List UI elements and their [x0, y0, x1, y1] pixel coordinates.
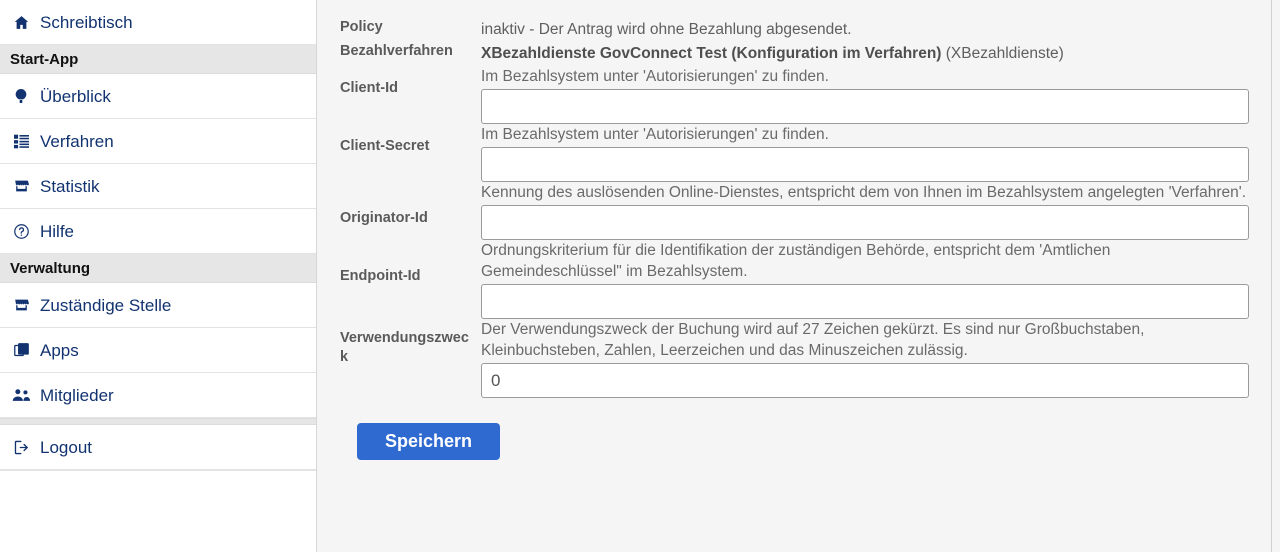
- originator-id-label: Originator-Id: [340, 210, 428, 226]
- verwendungszweck-label: Verwendungszweck: [340, 330, 469, 365]
- layers-icon: [10, 342, 32, 359]
- sidebar-bottom-border: [0, 470, 316, 471]
- balloon-icon: [10, 87, 32, 105]
- sidebar-item-verfahren[interactable]: Verfahren: [0, 119, 316, 164]
- originator-id-input[interactable]: [481, 205, 1249, 240]
- bezahlverfahren-form: Policy inaktiv - Der Antrag wird ohne Be…: [317, 0, 1271, 460]
- bezahlverfahren-value-suffix: (XBezahldienste): [941, 45, 1064, 62]
- sidebar-item-schreibtisch[interactable]: Schreibtisch: [0, 0, 316, 45]
- form-row-originator-id: Originator-Id Kennung des auslösenden On…: [340, 182, 1249, 240]
- home-icon: [10, 14, 32, 31]
- sidebar-item-label: Verfahren: [40, 131, 114, 151]
- logout-icon: [10, 439, 32, 456]
- client-secret-input[interactable]: [481, 147, 1249, 182]
- sidebar: Schreibtisch Start-App Überblick Verfahr…: [0, 0, 317, 552]
- form-actions: Speichern: [340, 398, 1249, 460]
- client-id-label: Client-Id: [340, 80, 398, 96]
- sidebar-item-zustaendige-stelle[interactable]: Zuständige Stelle: [0, 283, 316, 328]
- form-row-policy: Policy inaktiv - Der Antrag wird ohne Be…: [340, 18, 1249, 42]
- client-id-input[interactable]: [481, 89, 1249, 124]
- content-panel: Policy inaktiv - Der Antrag wird ohne Be…: [317, 0, 1272, 552]
- right-rail: [1272, 0, 1280, 552]
- sidebar-item-label: Überblick: [40, 86, 111, 106]
- form-row-endpoint-id: Endpoint-Id Ordnungskriterium für die Id…: [340, 240, 1249, 319]
- sidebar-item-apps[interactable]: Apps: [0, 328, 316, 373]
- form-row-client-secret: Client-Secret Im Bezahlsystem unter 'Aut…: [340, 124, 1249, 182]
- endpoint-id-input[interactable]: [481, 284, 1249, 319]
- sidebar-item-label: Mitglieder: [40, 385, 114, 405]
- bezahlverfahren-label: Bezahlverfahren: [340, 43, 453, 59]
- sidebar-section-title: Verwaltung: [10, 259, 91, 277]
- sidebar-item-logout[interactable]: Logout: [0, 425, 316, 470]
- sidebar-item-label: Logout: [40, 437, 92, 457]
- help-circle-icon: [10, 223, 32, 240]
- originator-id-help: Kennung des auslösenden Online-Dienstes,…: [481, 184, 1247, 201]
- sidebar-item-label: Statistik: [40, 176, 100, 196]
- verwendungszweck-input[interactable]: [481, 363, 1249, 398]
- form-row-bezahlverfahren: Bezahlverfahren XBezahldienste GovConnec…: [340, 42, 1249, 66]
- client-id-help: Im Bezahlsystem unter 'Autorisierungen' …: [481, 68, 829, 85]
- sidebar-item-label: Schreibtisch: [40, 12, 133, 32]
- form-row-verwendungszweck: Verwendungszweck Der Verwendungszweck de…: [340, 319, 1249, 398]
- verwendungszweck-help: Der Verwendungszweck der Buchung wird au…: [481, 321, 1145, 359]
- client-secret-label: Client-Secret: [340, 138, 430, 154]
- endpoint-id-label: Endpoint-Id: [340, 268, 421, 284]
- app-root: Schreibtisch Start-App Überblick Verfahr…: [0, 0, 1280, 552]
- sidebar-item-ueberblick[interactable]: Überblick: [0, 74, 316, 119]
- sidebar-item-label: Hilfe: [40, 221, 75, 241]
- sidebar-section-title: Start-App: [10, 50, 79, 68]
- people-icon: [10, 388, 32, 402]
- list-icon: [10, 134, 32, 149]
- sidebar-section-verwaltung: Verwaltung: [0, 254, 316, 283]
- bezahlverfahren-value: XBezahldienste GovConnect Test (Konfigur…: [481, 42, 1249, 66]
- policy-label: Policy: [340, 19, 383, 35]
- sidebar-item-label: Apps: [40, 340, 79, 360]
- form-row-client-id: Client-Id Im Bezahlsystem unter 'Autoris…: [340, 66, 1249, 124]
- storefront-icon: [10, 297, 32, 313]
- sidebar-item-mitglieder[interactable]: Mitglieder: [0, 373, 316, 418]
- sidebar-item-label: Zuständige Stelle: [40, 295, 172, 315]
- save-button[interactable]: Speichern: [357, 423, 501, 460]
- storefront-icon: [10, 178, 32, 194]
- policy-value: inaktiv - Der Antrag wird ohne Bezahlung…: [481, 21, 852, 38]
- endpoint-id-help: Ordnungskriterium für die Identifikation…: [481, 242, 1111, 280]
- bezahlverfahren-value-bold: XBezahldienste GovConnect Test (Konfigur…: [481, 45, 942, 62]
- sidebar-divider: [0, 418, 316, 425]
- sidebar-section-start-app: Start-App: [0, 45, 316, 74]
- client-secret-help: Im Bezahlsystem unter 'Autorisierungen' …: [481, 126, 829, 143]
- sidebar-item-hilfe[interactable]: Hilfe: [0, 209, 316, 254]
- sidebar-item-statistik[interactable]: Statistik: [0, 164, 316, 209]
